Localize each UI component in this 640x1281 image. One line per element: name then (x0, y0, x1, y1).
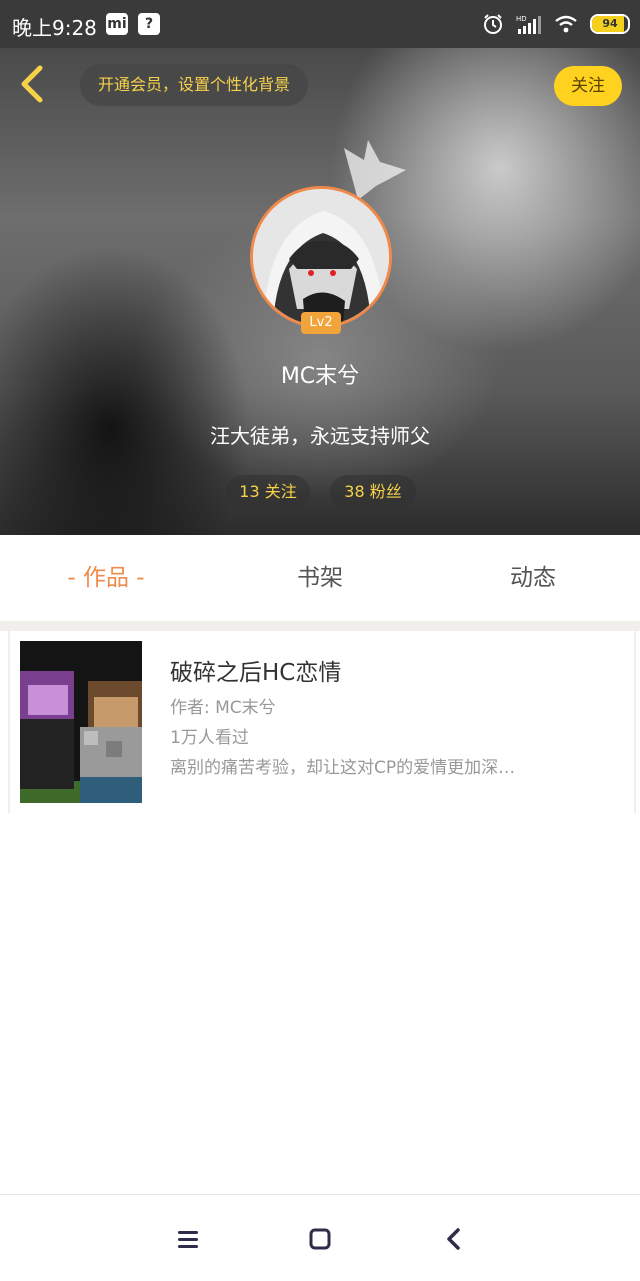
svg-text:HD: HD (516, 15, 527, 23)
user-bio: 汪大徒弟，永远支持师父 (210, 424, 430, 448)
status-bar: 晚上9:28 mi ? HD 94 (0, 0, 640, 48)
followers-count[interactable]: 38 粉丝 (330, 475, 416, 509)
back-icon[interactable] (436, 1221, 472, 1257)
user-name: MC末兮 (280, 364, 360, 389)
profile-header: 开通会员，设置个性化背景 关注 Lv2 MC末兮 汪大徒弟，永远支持师父 13 … (0, 48, 640, 535)
work-description: 离别的痛苦考验，却让这对CP的爱情更加深… (170, 758, 516, 778)
battery-icon: 94 (590, 14, 630, 34)
avatar-image (253, 189, 389, 325)
cover-image (20, 641, 142, 803)
mi-app-icon: mi (106, 13, 128, 35)
section-divider (0, 621, 640, 631)
alarm-icon (484, 14, 502, 34)
follow-button[interactable]: 关注 (554, 66, 622, 106)
menu-icon[interactable] (170, 1221, 206, 1257)
system-nav-bar (0, 1194, 640, 1281)
work-cover (20, 641, 142, 803)
tab-works[interactable]: - 作品 - (16, 535, 196, 621)
work-author: 作者: MC末兮 (170, 698, 276, 718)
avatar[interactable] (250, 186, 392, 328)
help-icon: ? (138, 13, 160, 35)
vip-background-banner[interactable]: 开通会员，设置个性化背景 (80, 64, 309, 106)
status-time: 晚上9:28 (12, 16, 97, 40)
tab-activity[interactable]: 动态 (443, 535, 623, 621)
signal-icon: HD (516, 15, 541, 34)
back-arrow-icon[interactable] (14, 64, 54, 104)
profile-tabs: - 作品 - 书架 动态 (0, 535, 640, 621)
following-count[interactable]: 13 关注 (226, 475, 310, 509)
level-badge: Lv2 (301, 312, 341, 334)
work-title: 破碎之后HC恋情 (170, 660, 342, 686)
work-card[interactable]: 破碎之后HC恋情 作者: MC末兮 1万人看过 离别的痛苦考验，却让这对CP的爱… (8, 631, 636, 813)
tab-bookshelf[interactable]: 书架 (230, 535, 410, 621)
work-views: 1万人看过 (170, 728, 249, 748)
home-icon[interactable] (302, 1221, 338, 1257)
wifi-icon (555, 15, 577, 33)
